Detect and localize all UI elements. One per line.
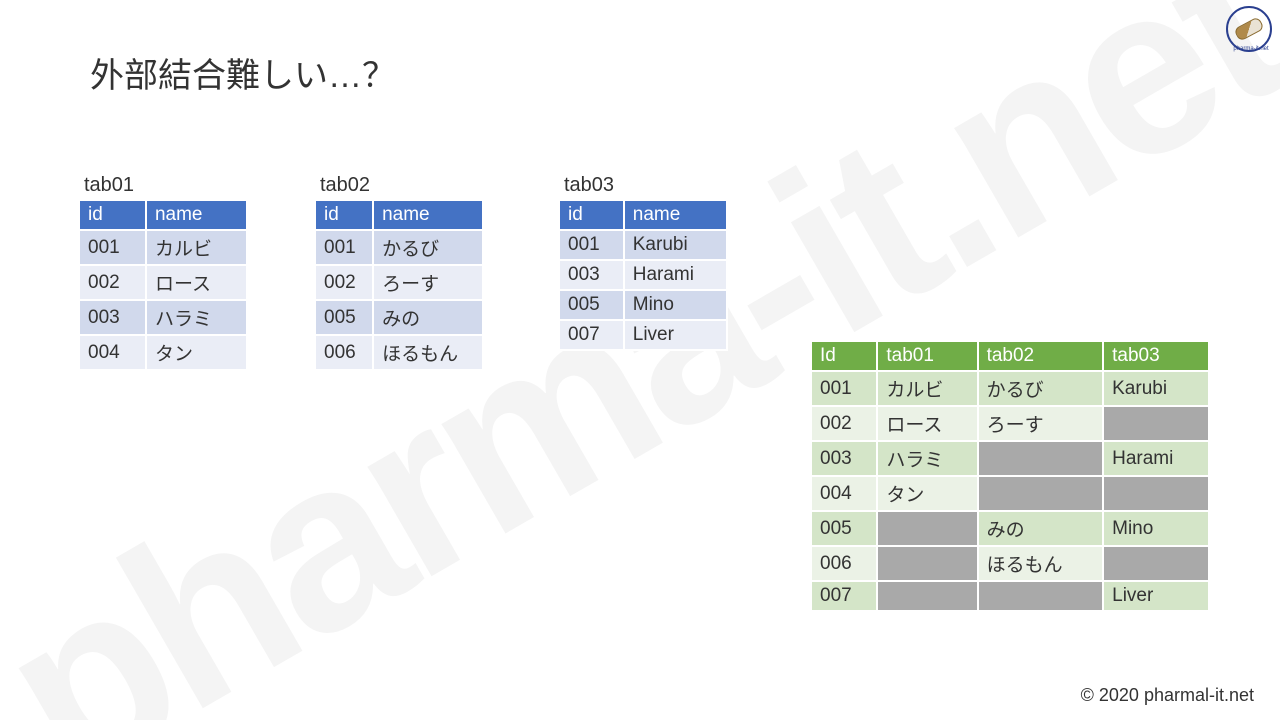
table-row: 007 Liver <box>811 581 1209 611</box>
cell: ハラミ <box>877 441 977 476</box>
cell: ろーす <box>978 406 1104 441</box>
cell: Liver <box>1103 581 1209 611</box>
footer-copyright: © 2020 pharmal-it.net <box>1081 685 1254 706</box>
table-row: 002ロース <box>79 265 247 300</box>
cell-missing <box>1103 476 1209 511</box>
page-title: 外部結合難しい…？ <box>90 48 396 97</box>
table-caption: tab01 <box>78 174 248 199</box>
source-table-tab02: tab02 id name 001かるび 002ろーす 005みの 006ほるも… <box>314 174 484 371</box>
cell: かるび <box>978 371 1104 406</box>
cell: ロース <box>877 406 977 441</box>
cell-missing <box>1103 546 1209 581</box>
cell: 007 <box>811 581 877 611</box>
cell-missing <box>978 476 1104 511</box>
table-row: 005 みのMino <box>811 511 1209 546</box>
table-row: 005みの <box>315 300 483 335</box>
cell-missing <box>978 441 1104 476</box>
col-header: tab01 <box>877 341 977 371</box>
col-header: tab02 <box>978 341 1104 371</box>
logo-caption: pharma-it.net <box>1221 46 1280 52</box>
table-row: 001カルビかるびKarubi <box>811 371 1209 406</box>
table-row: 002ロースろーす <box>811 406 1209 441</box>
table-row: 004タン <box>79 335 247 370</box>
table-row: 002ろーす <box>315 265 483 300</box>
table-row: 006 ほるもん <box>811 546 1209 581</box>
slide-page: 外部結合難しい…？ pharma-it.net tab01 id name 00… <box>0 0 1280 720</box>
table-row: 004タン <box>811 476 1209 511</box>
cell: 006 <box>811 546 877 581</box>
table-row: 001Karubi <box>559 230 727 260</box>
source-table-tab03: tab03 id name 001Karubi 003Harami 005Min… <box>558 174 728 351</box>
cell-missing <box>877 546 977 581</box>
col-header: Id <box>811 341 877 371</box>
table-caption: tab02 <box>314 174 484 199</box>
cell: Harami <box>1103 441 1209 476</box>
cell-missing <box>1103 406 1209 441</box>
table-row: 007Liver <box>559 320 727 350</box>
col-header: id <box>79 200 146 230</box>
col-header: name <box>146 200 247 230</box>
cell-missing <box>978 581 1104 611</box>
cell: みの <box>978 511 1104 546</box>
col-header: id <box>559 200 624 230</box>
cell-missing <box>877 581 977 611</box>
pill-icon <box>1233 16 1264 42</box>
table-row: 001かるび <box>315 230 483 265</box>
cell: 001 <box>811 371 877 406</box>
cell: ほるもん <box>978 546 1104 581</box>
table-row: 001カルビ <box>79 230 247 265</box>
cell: 003 <box>811 441 877 476</box>
cell: Karubi <box>1103 371 1209 406</box>
table-row: 003ハラミ <box>79 300 247 335</box>
table-row: 003ハラミ Harami <box>811 441 1209 476</box>
cell-missing <box>877 511 977 546</box>
table-caption: tab03 <box>558 174 728 199</box>
site-logo: pharma-it.net <box>1226 6 1272 52</box>
cell: 005 <box>811 511 877 546</box>
col-header: id <box>315 200 373 230</box>
col-header: name <box>373 200 483 230</box>
table-row: 005Mino <box>559 290 727 320</box>
cell: Mino <box>1103 511 1209 546</box>
table-row: 006ほるもん <box>315 335 483 370</box>
table-row: 003Harami <box>559 260 727 290</box>
cell: 002 <box>811 406 877 441</box>
cell: カルビ <box>877 371 977 406</box>
cell: 004 <box>811 476 877 511</box>
col-header: name <box>624 200 727 230</box>
result-table: Idtab01tab02tab03001カルビかるびKarubi002ロースろー… <box>810 340 1210 612</box>
source-table-tab01: tab01 id name 001カルビ 002ロース 003ハラミ 004タン <box>78 174 248 371</box>
col-header: tab03 <box>1103 341 1209 371</box>
cell: タン <box>877 476 977 511</box>
